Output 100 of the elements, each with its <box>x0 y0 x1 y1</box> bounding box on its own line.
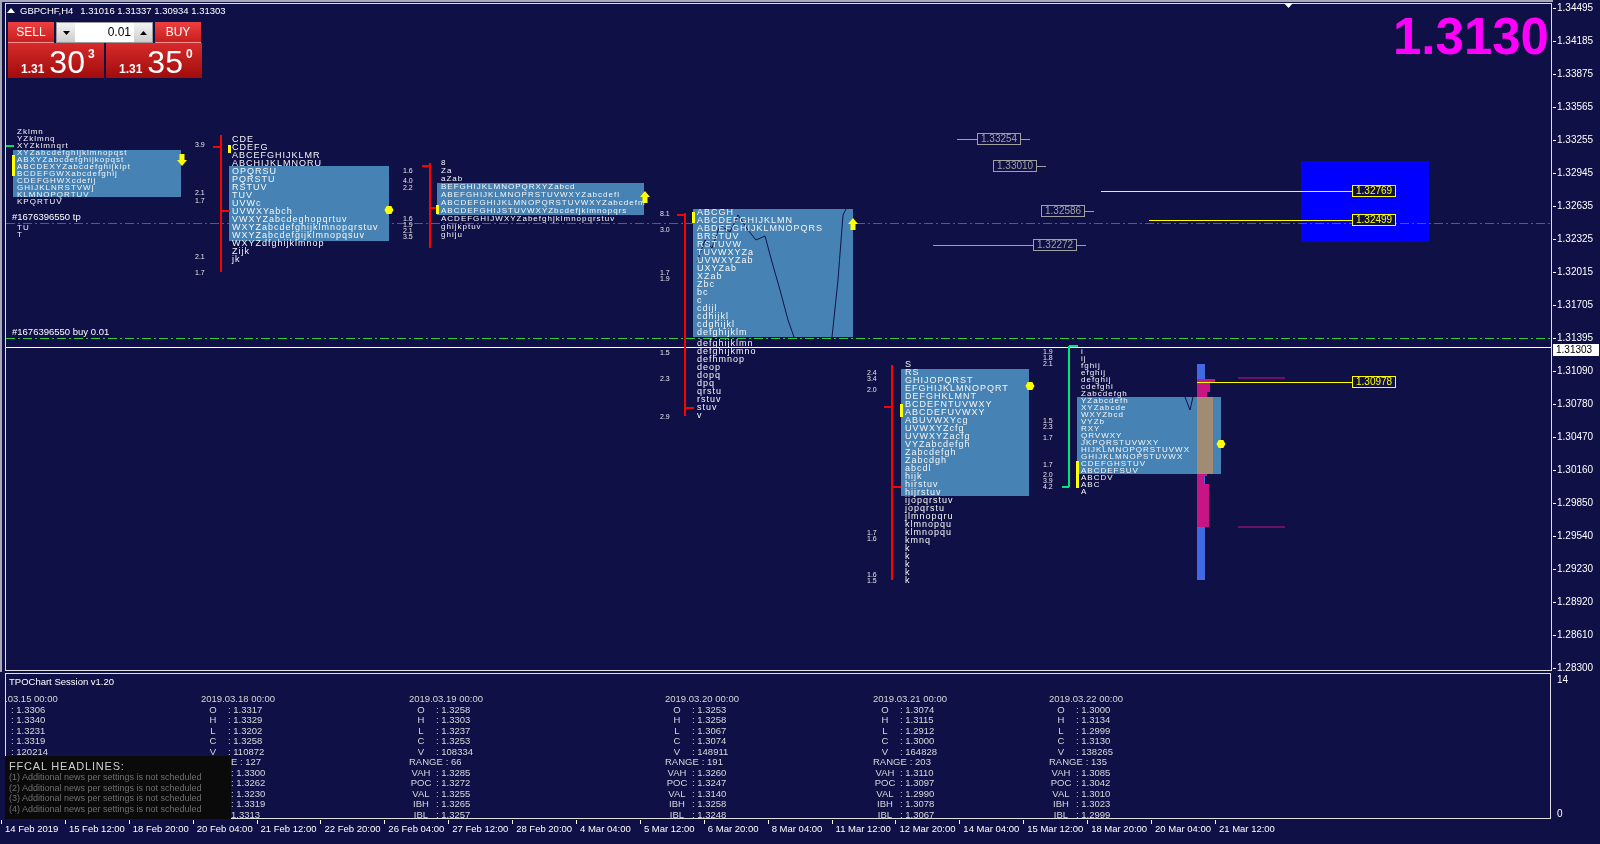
tpo-letters: RSTUVW <box>697 240 742 248</box>
buy-button[interactable]: BUY <box>155 22 201 43</box>
tpo-letters: QRVWXY <box>1081 432 1123 439</box>
stat-value: : 1.3140 <box>692 788 727 799</box>
time-axis-label: 11 Mar 12:00 <box>835 823 891 834</box>
price-axis-label: 1.28920 <box>1557 596 1594 607</box>
time-axis-label: 8 Mar 04:00 <box>771 823 823 834</box>
stat-label: V <box>672 746 682 757</box>
tpo-letters: ij <box>1081 355 1087 362</box>
news-item: (4) Additional news per settings is not scheduled <box>9 803 202 815</box>
tpo-letters: cdefghi <box>1081 383 1114 390</box>
stat-value: : 1.3067 <box>692 725 727 736</box>
stat-value: : 164828 <box>900 746 937 757</box>
tpo-letters: defghij <box>1081 376 1112 383</box>
opening-bar-icon <box>692 212 695 223</box>
stat-value: : 1.3258 <box>692 799 727 810</box>
triangle-up-icon[interactable] <box>7 8 15 13</box>
tpo-letters: VYZabcdefgh <box>905 440 971 448</box>
tpo-letters: Zabcdefgh <box>905 448 957 456</box>
stat-label: L <box>881 725 889 736</box>
current-price-label: 1.31303 <box>1553 344 1599 356</box>
tpo-letters: klmnopqu <box>905 528 953 536</box>
stat-value: : 1.3042 <box>1076 778 1111 789</box>
tpo-letters: hirstuv <box>905 480 939 488</box>
tpo-letters: Zbc <box>697 280 715 288</box>
session-date: 2019.03.20 00:00 <box>665 694 739 705</box>
tpo-letters: CDEFG <box>232 143 269 151</box>
stat-label: O <box>1056 704 1066 715</box>
tpo-letters: fghij <box>1081 362 1101 369</box>
tpo-letters: EFGHIJKLMNOPQRT <box>905 384 1009 392</box>
stat-value: : 1.3247 <box>692 778 727 789</box>
stat-value: : 138265 <box>1076 746 1113 757</box>
price-line <box>1184 396 1194 411</box>
stat-value: : 1.3258 <box>692 715 727 726</box>
stat-label: POC <box>409 778 433 789</box>
tpo-letters: c <box>697 296 703 304</box>
tpo-letters: ABC <box>1081 481 1101 488</box>
tpo-letters: cdijl <box>697 304 718 312</box>
stat-label: POC <box>873 778 897 789</box>
tpo-letters: ABCDEFGHIJSTUVWXYZbcdefjklmnopqrs <box>441 207 628 215</box>
time-axis-label: 22 Feb 20:00 <box>324 823 381 834</box>
stat-label: POC <box>1049 778 1073 789</box>
arrow-down-icon <box>177 154 187 166</box>
level-tick <box>5 145 15 147</box>
stat-value: : 1.3258 <box>436 704 471 715</box>
stat-label: C <box>672 736 682 747</box>
tpo-letters: k <box>905 560 911 568</box>
stat-value: : 1.2990 <box>900 788 935 799</box>
tpo-letters: cdghijkl <box>697 320 735 328</box>
tpo-letters: jlmnopqru <box>905 512 954 520</box>
price-axis-label: 1.32325 <box>1557 233 1594 244</box>
stat-value: : 1.2999 <box>1076 725 1111 736</box>
price-axis-label: 1.33565 <box>1557 101 1594 112</box>
stat-value: : 1.3260 <box>692 767 727 778</box>
stat-value: : 1.3317 <box>228 704 263 715</box>
tpo-letters: defghijkmno <box>697 347 757 355</box>
stat-label: VAL <box>667 788 687 799</box>
stat-value: : 1.3329 <box>228 715 263 726</box>
tpo-letters: RS <box>905 368 920 376</box>
order-label: #1676396550 tp <box>12 212 81 222</box>
stat-value: : 1.3248 <box>692 809 727 820</box>
price-level-label: 1.32499 <box>1352 214 1397 226</box>
tpo-letters: XYZklmnqrt <box>17 142 69 149</box>
time-axis-label: 28 Feb 20:00 <box>516 823 573 834</box>
stat-value: : 1.3230 <box>231 788 266 799</box>
tpo-letters: 8 <box>441 159 447 167</box>
session-date: 2019.03.19 00:00 <box>409 694 483 705</box>
session-date: 2019.03.22 00:00 <box>1049 694 1123 705</box>
tpo-letters: YZabcdefh <box>1081 397 1129 404</box>
stat-value: : 148911 <box>692 746 729 757</box>
tpo-letters: CDE <box>232 135 254 143</box>
stat-value: : 1.3237 <box>436 725 471 736</box>
price-level-label: 1.32769 <box>1352 185 1397 197</box>
price-level-label: 1.30978 <box>1352 376 1397 388</box>
tpo-letters: BCDEFNTUVWXY <box>905 400 993 408</box>
tpo-letters: defghijklmn <box>697 339 754 347</box>
tpo-letters: CDEFGHWXcdefij <box>17 177 97 184</box>
tpo-letters: abcdl <box>905 464 932 472</box>
stat-value: : 1.3202 <box>228 725 263 736</box>
time-axis-label: 15 Mar 12:00 <box>1027 823 1084 834</box>
stat-value: : 1.3303 <box>436 715 471 726</box>
stat-label: C <box>416 736 426 747</box>
stat-value: : 1.3257 <box>436 809 471 820</box>
tpo-letters: UVWXYZab <box>697 256 754 264</box>
time-axis-label: 20 Feb 04:00 <box>196 823 253 834</box>
stat-label: L <box>673 725 681 736</box>
time-axis-label: 21 Mar 12:00 <box>1218 823 1275 834</box>
time-axis-label: 20 Mar 04:00 <box>1155 823 1211 834</box>
sell-button[interactable]: SELL <box>8 22 54 43</box>
stat-label: VAL <box>875 788 895 799</box>
stat-label: H <box>672 715 682 726</box>
tpo-letters: VWXYZabcdeghopqrtuv <box>232 215 348 223</box>
stat-value: : 1.3085 <box>1076 767 1111 778</box>
tpo-letters: VYZb <box>1081 418 1105 425</box>
stat-label: RANGE <box>665 757 699 768</box>
tpo-letters: hijrstuv <box>905 488 942 496</box>
stat-label: V <box>416 746 426 757</box>
stat-value: : 1.3097 <box>900 778 935 789</box>
session-date: 2019.03.18 00:00 <box>201 694 275 705</box>
stat-value: : 1.3319 <box>231 799 266 810</box>
